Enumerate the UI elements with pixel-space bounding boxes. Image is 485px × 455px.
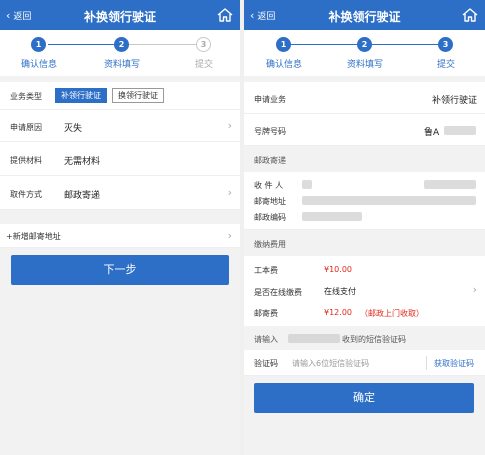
online-pay-value[interactable]: 在线支付 — [324, 286, 356, 297]
step-2-label: 资料填写 — [103, 60, 140, 70]
redacted-recipient-phone — [424, 180, 476, 189]
sms-prompt-suffix: 收到的短信验证码 — [342, 335, 406, 344]
materials-value: 无需材料 — [64, 157, 101, 167]
home-icon[interactable] — [461, 6, 479, 24]
step-indicator: 1 2 3 确认信息 资料填写 提交 — [0, 30, 240, 76]
postage-value: ¥12.00 — [324, 308, 352, 317]
online-pay-label: 是否在线缴费 — [254, 288, 302, 297]
step-2-dot: 2 — [357, 37, 372, 52]
cost-value: ¥10.00 — [324, 265, 352, 274]
step-2-label: 资料填写 — [346, 60, 383, 70]
next-button[interactable]: 下一步 — [11, 255, 229, 285]
postal-section-title: 邮政寄递 — [254, 156, 286, 165]
chevron-right-icon: › — [472, 283, 477, 296]
code-row: 验证码 请输入6位短信验证码 获取验证码 — [244, 350, 485, 376]
pickup-row[interactable]: 取件方式 邮政寄递 › — [0, 176, 240, 210]
reason-value: 灭失 — [64, 124, 83, 134]
left-screen: ‹ 返回 补换领行驶证 1 2 3 确认信息 资料填写 提交 业务类型 补领行驶… — [0, 0, 240, 455]
step-1-label: 确认信息 — [265, 60, 302, 70]
postcode-label: 邮政编码 — [254, 213, 286, 222]
step-3-label: 提交 — [194, 60, 213, 70]
step-1-dot: 1 — [31, 37, 46, 52]
cost-label: 工本费 — [254, 266, 278, 275]
address-block: 收 件 人 邮寄地址 邮政编码 — [244, 172, 485, 230]
page-title: 补换领行驶证 — [328, 10, 401, 24]
pickup-value: 邮政寄递 — [64, 191, 101, 201]
code-label: 验证码 — [254, 359, 278, 368]
step-3-dot: 3 — [196, 37, 211, 52]
chevron-right-icon: › — [227, 186, 232, 199]
confirm-button[interactable]: 确定 — [254, 383, 474, 413]
apply-business-label: 申请业务 — [254, 95, 286, 104]
step-indicator: 1 2 3 确认信息 资料填写 提交 — [244, 30, 485, 76]
step-line — [128, 44, 198, 45]
header-bar: ‹ 返回 补换领行驶证 — [244, 0, 485, 30]
business-type-label: 业务类型 — [10, 92, 42, 101]
divider — [426, 356, 427, 370]
get-code-button[interactable]: 获取验证码 — [434, 358, 474, 369]
chevron-right-icon: › — [227, 119, 232, 132]
redacted-address — [302, 196, 476, 205]
plate-label: 号牌号码 — [254, 127, 286, 136]
home-icon[interactable] — [216, 6, 234, 24]
chevron-right-icon: › — [227, 229, 232, 242]
business-type-row: 业务类型 补领行驶证 换领行驶证 — [0, 82, 240, 110]
reason-label: 申请原因 — [10, 123, 42, 132]
step-2-dot: 2 — [114, 37, 129, 52]
sms-prompt-prefix: 请输入 — [254, 335, 278, 344]
redacted-phone — [288, 334, 340, 343]
step-line — [290, 44, 360, 45]
code-input[interactable]: 请输入6位短信验证码 — [292, 358, 369, 369]
fee-block: 工本费 ¥10.00 是否在线缴费 在线支付 › 邮寄费 ¥12.00 （邮政上… — [244, 256, 485, 326]
page-title: 补换领行驶证 — [83, 10, 156, 24]
add-address-label: +新增邮寄地址 — [6, 232, 61, 241]
redacted-postcode — [302, 212, 362, 221]
step-line — [48, 44, 122, 45]
step-3-label: 提交 — [436, 60, 455, 70]
add-address-row[interactable]: +新增邮寄地址 › — [0, 224, 240, 248]
pickup-label: 取件方式 — [10, 190, 42, 199]
fee-section-title: 缴纳费用 — [254, 240, 286, 249]
materials-label: 提供材料 — [10, 156, 42, 165]
reason-row[interactable]: 申请原因 灭失 › — [0, 110, 240, 142]
step-1-dot: 1 — [276, 37, 291, 52]
step-3-dot: 3 — [438, 37, 453, 52]
header-bar: ‹ 返回 补换领行驶证 — [0, 0, 240, 30]
option-reissue[interactable]: 补领行驶证 — [55, 88, 107, 103]
redacted-recipient — [302, 180, 312, 189]
materials-row: 提供材料 无需材料 — [0, 142, 240, 176]
postage-label: 邮寄费 — [254, 309, 278, 318]
apply-business-value: 补领行驶证 — [431, 96, 477, 106]
plate-row: 号牌号码 鲁A — [244, 114, 485, 146]
step-line — [370, 44, 440, 45]
postage-note: （邮政上门收取） — [360, 309, 424, 318]
plate-value: 鲁A — [424, 128, 440, 138]
option-replace[interactable]: 换领行驶证 — [112, 88, 164, 103]
right-screen: ‹ 返回 补换领行驶证 1 2 3 确认信息 资料填写 提交 申请业务 补领行驶… — [244, 0, 485, 455]
apply-business-row: 申请业务 补领行驶证 — [244, 82, 485, 114]
recipient-label: 收 件 人 — [254, 181, 284, 190]
redacted-plate — [444, 126, 476, 135]
section-gap — [0, 210, 240, 224]
step-1-label: 确认信息 — [20, 60, 57, 70]
address-label: 邮寄地址 — [254, 197, 286, 206]
